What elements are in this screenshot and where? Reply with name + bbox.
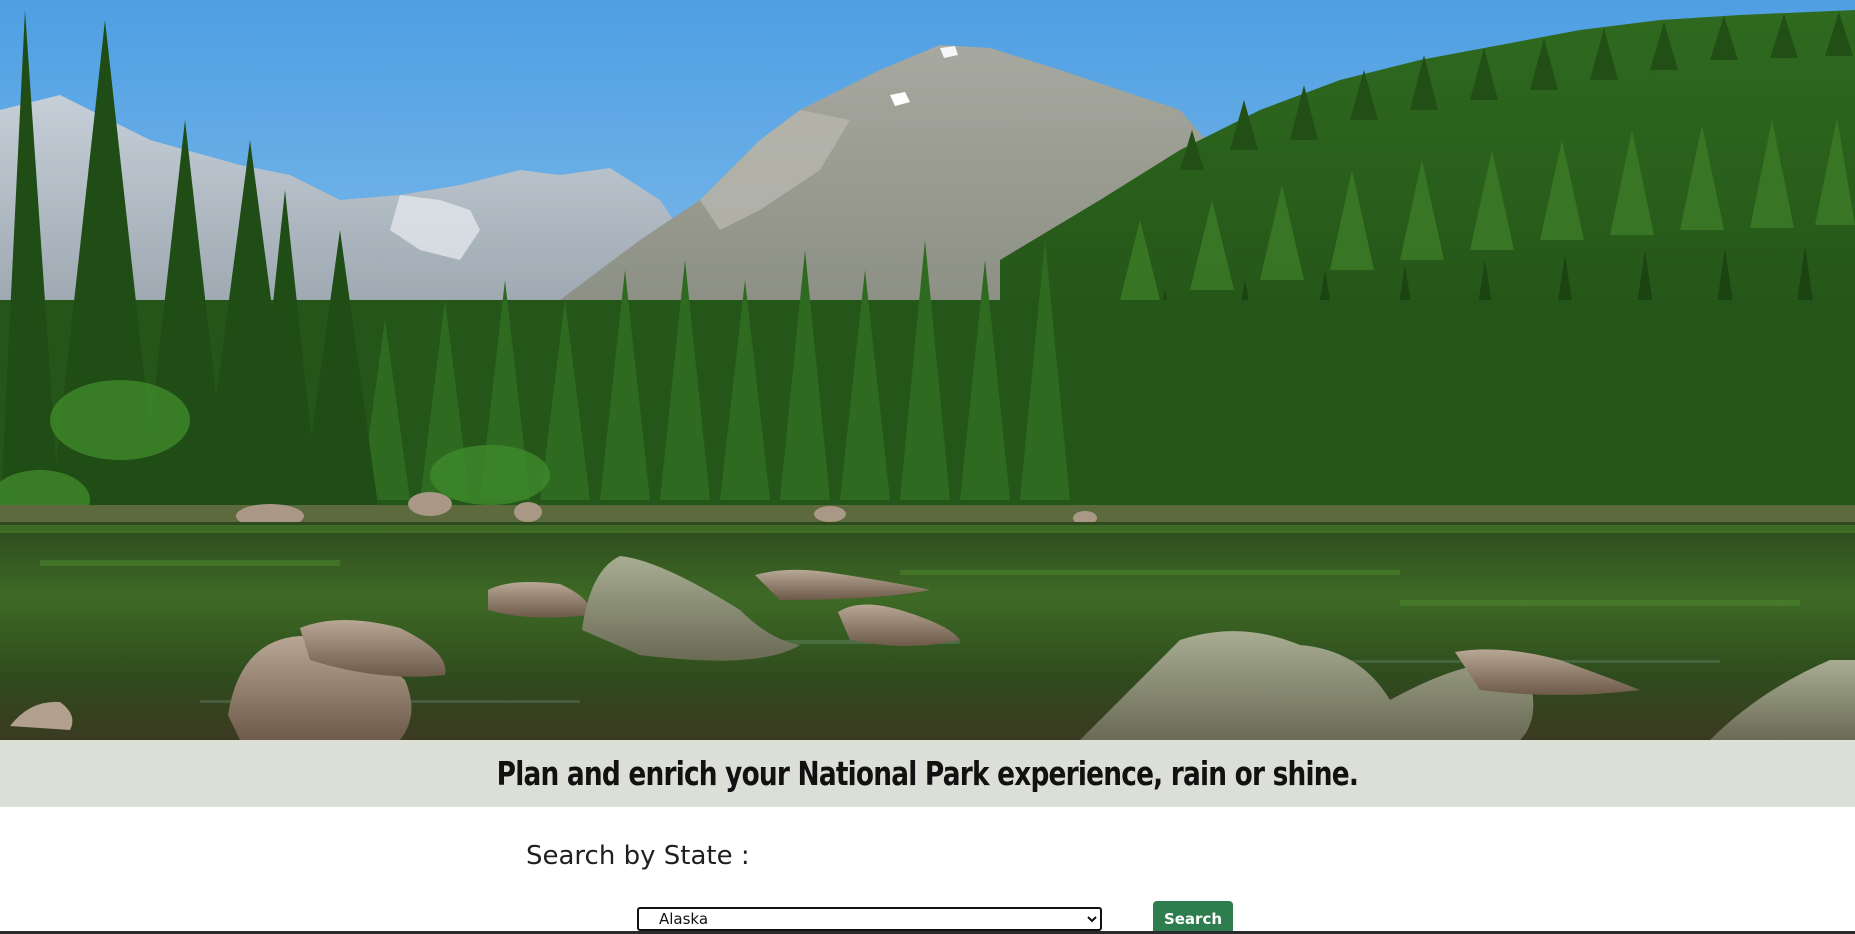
hero-image bbox=[0, 0, 1855, 740]
search-section: Search by State : Alaska Search bbox=[0, 807, 1855, 934]
tagline-banner: Plan and enrich your National Park exper… bbox=[0, 740, 1855, 807]
tagline-text: Plan and enrich your National Park exper… bbox=[496, 754, 1359, 793]
search-heading: Search by State : bbox=[526, 841, 750, 871]
page: Plan and enrich your National Park exper… bbox=[0, 0, 1855, 934]
landscape-illustration bbox=[0, 0, 1855, 740]
search-button[interactable]: Search bbox=[1153, 901, 1233, 934]
state-select[interactable]: Alaska bbox=[637, 907, 1102, 931]
